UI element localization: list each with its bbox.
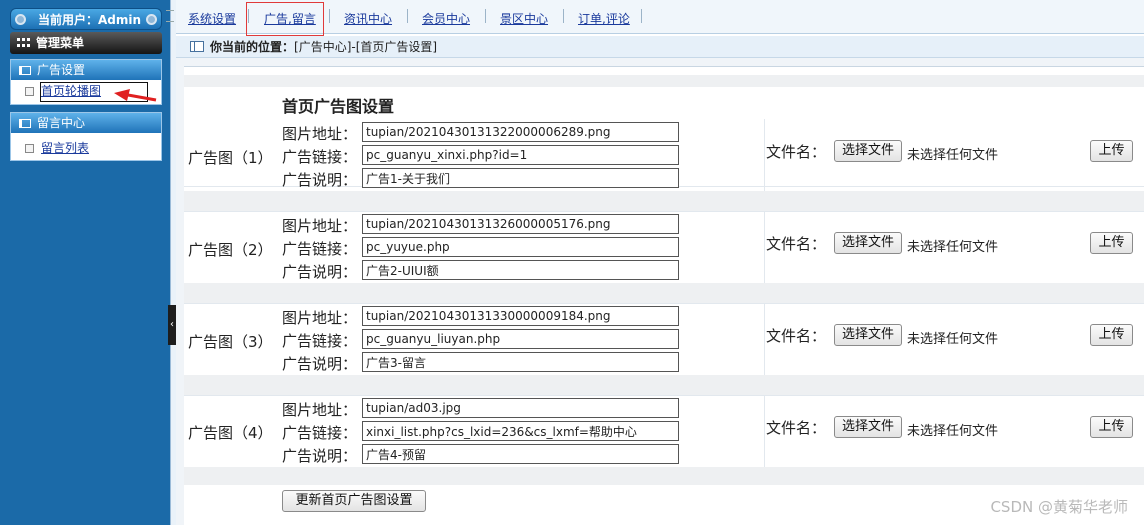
ad-link-input[interactable] [362, 329, 679, 349]
choose-file-button[interactable]: 选择文件 [834, 324, 902, 346]
image-url-input[interactable] [362, 214, 679, 234]
image-url-label: 图片地址： [282, 217, 358, 235]
ring-icon [146, 14, 157, 25]
sidebar: 当前用户：Admin 管理菜单 广告设置 首页轮播图 留言中心 留言列表 [0, 0, 170, 525]
sidebar-item-message-list: 留言列表 [11, 137, 161, 160]
breadcrumb-prefix: 你当前的位置： [210, 40, 295, 54]
ad-desc-label: 广告说明： [282, 171, 358, 189]
sidebar-link-message-list[interactable]: 留言列表 [41, 141, 89, 155]
tab-scenic-center[interactable]: 景区中心 [500, 10, 548, 27]
list-icon [19, 119, 31, 128]
no-file-text: 未选择任何文件 [907, 240, 999, 255]
image-url-label: 图片地址： [282, 309, 358, 327]
choose-file-button[interactable]: 选择文件 [834, 140, 902, 162]
ad-desc-input[interactable] [362, 260, 679, 280]
list-icon [19, 66, 31, 75]
watermark: CSDN @黄菊华老师 [990, 498, 1128, 516]
sidebar-section-header[interactable]: 留言中心 [11, 113, 161, 133]
upload-button[interactable]: 上传 [1090, 324, 1133, 346]
menu-header: 管理菜单 [10, 32, 162, 54]
ad-label: 广告图（4） [188, 424, 273, 442]
collapse-sidebar-toggle[interactable]: ‹ [168, 305, 176, 345]
ad-desc-label: 广告说明： [282, 263, 358, 281]
ad-label: 广告图（1） [188, 149, 273, 167]
upload-button[interactable]: 上传 [1090, 416, 1133, 438]
ring-icon [15, 14, 26, 25]
top-navigation: 系统设置 广告,留言 资讯中心 会员中心 景区中心 订单,评论 [166, 0, 1144, 36]
tab-orders-reviews[interactable]: 订单,评论 [578, 10, 630, 27]
ad-link-label: 广告链接： [282, 240, 358, 258]
active-tab-highlight [246, 2, 324, 36]
choose-file-button[interactable]: 选择文件 [834, 416, 902, 438]
ad-label: 广告图（2） [188, 241, 273, 259]
ad-desc-input[interactable] [362, 352, 679, 372]
image-url-input[interactable] [362, 398, 679, 418]
main-content: 首页广告图设置 广告图（1） 图片地址： 广告链接： 广告说明： 文件名： 选择… [176, 58, 1144, 525]
no-file-text: 未选择任何文件 [907, 148, 999, 163]
nav-grip-icon [166, 10, 174, 22]
ad-label: 广告图（3） [188, 333, 273, 351]
annotation-arrow-icon [114, 89, 157, 102]
no-file-text: 未选择任何文件 [907, 424, 999, 439]
sidebar-section-title: 留言中心 [37, 116, 86, 130]
ad-desc-input[interactable] [362, 444, 679, 464]
menu-title: 管理菜单 [36, 36, 85, 50]
image-url-label: 图片地址： [282, 125, 358, 143]
file-name-label: 文件名： [766, 327, 827, 345]
file-name-label: 文件名： [766, 235, 827, 253]
ad-desc-label: 广告说明： [282, 447, 358, 465]
tab-system-settings[interactable]: 系统设置 [188, 10, 236, 27]
no-file-text: 未选择任何文件 [907, 332, 999, 347]
image-url-label: 图片地址： [282, 401, 358, 419]
document-icon [25, 87, 34, 96]
sidebar-section-title: 广告设置 [37, 63, 86, 77]
file-name-label: 文件名： [766, 419, 827, 437]
sidebar-section-header[interactable]: 广告设置 [11, 60, 161, 80]
ad-desc-label: 广告说明： [282, 355, 358, 373]
breadcrumb-path: [广告中心]-[首页广告设置] [294, 40, 438, 54]
image-url-input[interactable] [362, 122, 679, 142]
ad-desc-input[interactable] [362, 168, 679, 188]
ad-link-label: 广告链接： [282, 424, 358, 442]
current-user-label: 当前用户：Admin [38, 13, 142, 27]
ad-link-input[interactable] [362, 237, 679, 257]
ad-link-input[interactable] [362, 421, 679, 441]
image-url-input[interactable] [362, 306, 679, 326]
upload-button[interactable]: 上传 [1090, 140, 1133, 162]
ad-link-label: 广告链接： [282, 332, 358, 350]
tab-news-center[interactable]: 资讯中心 [344, 10, 392, 27]
current-user-bar: 当前用户：Admin [10, 8, 162, 30]
grid-icon [17, 38, 30, 48]
document-icon [25, 144, 34, 153]
ad-link-label: 广告链接： [282, 148, 358, 166]
tab-member-center[interactable]: 会员中心 [422, 10, 470, 27]
upload-button[interactable]: 上传 [1090, 232, 1133, 254]
ad-settings-panel: 首页广告图设置 广告图（1） 图片地址： 广告链接： 广告说明： 文件名： 选择… [184, 66, 1144, 525]
window-icon [190, 41, 204, 52]
file-name-label: 文件名： [766, 143, 827, 161]
breadcrumb: 你当前的位置：[广告中心]-[首页广告设置] [176, 36, 1144, 58]
ad-link-input[interactable] [362, 145, 679, 165]
update-ad-settings-button[interactable]: 更新首页广告图设置 [282, 490, 426, 512]
sidebar-section-messages: 留言中心 留言列表 [10, 112, 162, 161]
choose-file-button[interactable]: 选择文件 [834, 232, 902, 254]
